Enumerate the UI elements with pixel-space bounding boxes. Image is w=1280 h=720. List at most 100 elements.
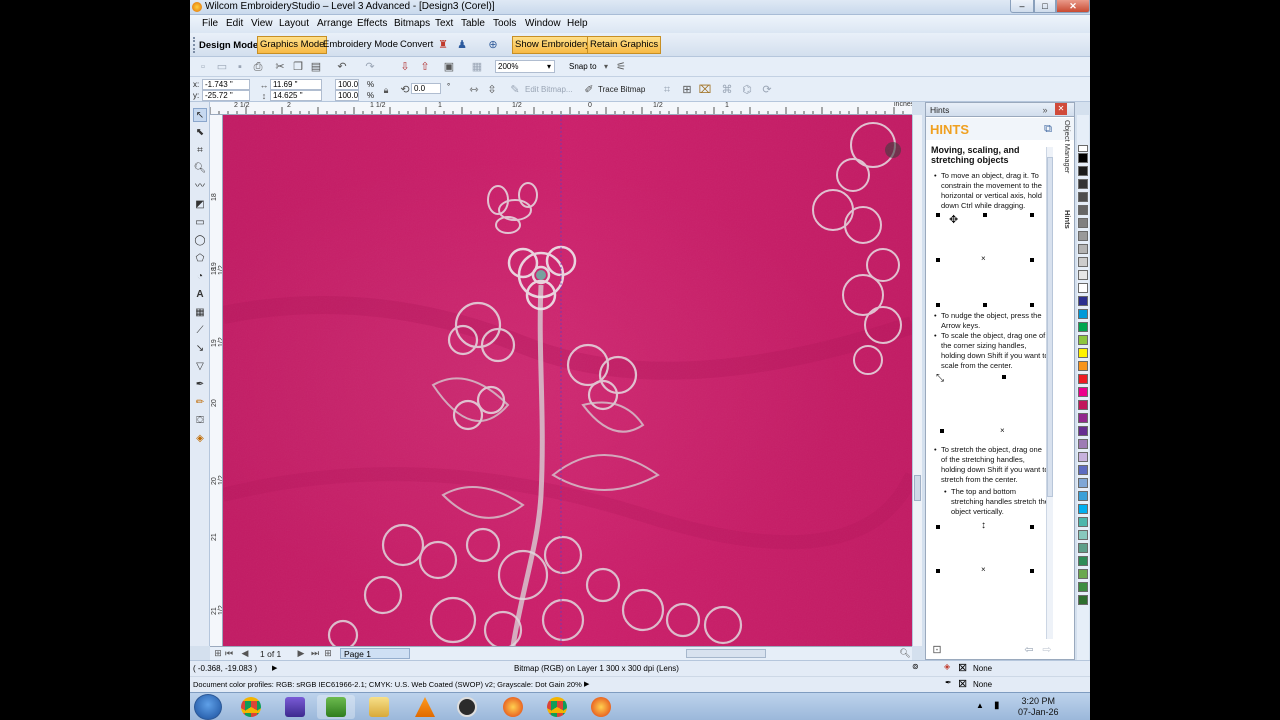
save-icon[interactable]: ▪ (233, 60, 247, 74)
freehand-tool-icon[interactable]: 〰 (193, 180, 207, 194)
scroll-thumb[interactable] (914, 475, 921, 501)
menu-tools[interactable]: Tools (493, 18, 516, 29)
palette-swatch[interactable] (1078, 491, 1088, 501)
resample-icon[interactable]: ⊞ (680, 83, 694, 97)
palette-swatch[interactable] (1078, 543, 1088, 553)
new-icon[interactable]: ▫ (196, 60, 210, 74)
menu-help[interactable]: Help (567, 18, 588, 29)
x-position-field[interactable]: -1.743 " (202, 79, 250, 90)
snap-icon[interactable]: ⊚ (912, 662, 919, 671)
convert-button[interactable]: Convert (397, 36, 436, 54)
expand-arrow-icon[interactable]: ▶ (272, 664, 277, 672)
palette-swatch[interactable] (1078, 426, 1088, 436)
fill-tool-icon[interactable]: ⛋ (193, 414, 207, 428)
next-page-icon[interactable]: ▶ (294, 646, 308, 660)
smart-fill-icon[interactable]: ◩ (193, 198, 207, 212)
crop-bitmap-icon[interactable]: ⌗ (660, 83, 674, 97)
sewing-icon[interactable]: ♟ (455, 38, 469, 52)
crop-tool-icon[interactable]: ⌗ (193, 144, 207, 158)
pick-tool-icon[interactable]: ↖ (193, 108, 207, 122)
taskbar-wilcom[interactable] (317, 695, 355, 719)
palette-swatch[interactable] (1078, 439, 1088, 449)
drawing-canvas[interactable] (223, 115, 912, 646)
clock[interactable]: 3:20 PM 07-Jan-26 (1018, 696, 1059, 718)
minimize-button[interactable]: – (1010, 0, 1034, 13)
forward-icon[interactable]: ⇨ (1040, 643, 1054, 657)
palette-swatch[interactable] (1078, 413, 1088, 423)
taskbar-corel[interactable] (276, 695, 314, 719)
redo-icon[interactable]: ↷ (363, 60, 377, 74)
palette-swatch[interactable] (1078, 504, 1088, 514)
menu-file[interactable]: File (202, 18, 218, 29)
palette-swatch[interactable] (1078, 478, 1088, 488)
palette-swatch[interactable] (1078, 335, 1088, 345)
rotation-field[interactable]: 0.0 (411, 83, 441, 94)
palette-swatch[interactable] (1078, 348, 1088, 358)
hints-scrollbar[interactable] (1046, 147, 1053, 639)
last-page-icon[interactable]: ⏭ (308, 646, 322, 660)
menu-bitmaps[interactable]: Bitmaps (394, 18, 430, 29)
color-profiles[interactable]: Document color profiles: RGB: sRGB IEC61… (193, 680, 582, 689)
close-docker-icon[interactable]: ✕ (1055, 103, 1067, 115)
blend-tool-icon[interactable]: ▽ (193, 360, 207, 374)
trace-bitmap-icon[interactable]: ✐ (582, 83, 596, 97)
interactive-fill-icon[interactable]: ◈ (193, 432, 207, 446)
zoom-navigator-icon[interactable]: 🔍︎ (898, 646, 912, 660)
menu-text[interactable]: Text (435, 18, 453, 29)
taskbar-explorer[interactable] (360, 695, 398, 719)
menu-layout[interactable]: Layout (279, 18, 309, 29)
tray-expand-icon[interactable]: ▲ (976, 701, 984, 710)
palette-swatch[interactable] (1078, 361, 1088, 371)
taskbar-obs[interactable] (448, 695, 486, 719)
menu-effects[interactable]: Effects (357, 18, 387, 29)
rectangle-tool-icon[interactable]: ▭ (193, 216, 207, 230)
palette-swatch[interactable] (1078, 166, 1088, 176)
first-page-icon[interactable]: ⏮ (222, 646, 236, 660)
show-embroidery-button[interactable]: Show Embroidery (512, 36, 593, 54)
dimension-tool-icon[interactable]: ⟋ (193, 324, 207, 338)
welcome-screen-icon[interactable]: ▦ (470, 60, 484, 74)
palette-swatch[interactable] (1078, 374, 1088, 384)
palette-swatch[interactable] (1078, 465, 1088, 475)
collapse-docker-icon[interactable]: » (1038, 103, 1052, 117)
outline-tool-icon[interactable]: ✏ (193, 396, 207, 410)
tab-object-manager[interactable]: Object Manager (1063, 120, 1072, 173)
palette-swatch[interactable] (1078, 582, 1088, 592)
menu-edit[interactable]: Edit (226, 18, 243, 29)
application-launcher-icon[interactable]: ▣ (442, 60, 456, 74)
open-icon[interactable]: ▭ (215, 60, 229, 74)
y-position-field[interactable]: -25.72 " (202, 90, 250, 101)
expand-arrow-icon[interactable]: ▶ (584, 680, 589, 688)
start-button[interactable] (194, 694, 222, 720)
no-fill-icon[interactable]: ⊠ (958, 661, 967, 674)
link-bitmap-icon[interactable]: ⌘ (720, 83, 734, 97)
menu-view[interactable]: View (251, 18, 273, 29)
taskbar-chrome-2[interactable] (538, 695, 576, 719)
palette-swatch[interactable] (1078, 205, 1088, 215)
import-icon[interactable]: ⇩ (398, 60, 412, 74)
globe-icon[interactable]: ⊕ (486, 38, 500, 52)
retain-graphics-button[interactable]: Retain Graphics (587, 36, 662, 54)
close-button[interactable]: ✕ (1056, 0, 1090, 13)
toolbar-grip[interactable] (193, 37, 196, 53)
lock-ratio-icon[interactable]: 🔒︎ (379, 83, 393, 97)
palette-swatch[interactable] (1078, 283, 1088, 293)
edit-bitmap-button[interactable]: Edit Bitmap... (525, 85, 573, 94)
scale-y-field[interactable]: 100.0 (335, 90, 359, 101)
palette-swatch[interactable] (1078, 270, 1088, 280)
update-link-icon[interactable]: ⟳ (760, 83, 774, 97)
menu-window[interactable]: Window (525, 18, 561, 29)
edit-bitmap-icon[interactable]: ✎ (508, 83, 522, 97)
no-color-swatch[interactable] (1078, 145, 1088, 152)
scroll-thumb[interactable] (1047, 157, 1053, 497)
bitmap-color-mask-icon[interactable]: ⌧ (698, 83, 712, 97)
taskbar-chrome[interactable] (232, 695, 270, 719)
chevron-down-icon[interactable]: ▾ (599, 60, 613, 74)
palette-swatch[interactable] (1078, 517, 1088, 527)
palette-swatch[interactable] (1078, 179, 1088, 189)
menu-arrange[interactable]: Arrange (317, 18, 353, 29)
palette-swatch[interactable] (1078, 530, 1088, 540)
help-topics-icon[interactable]: ⧉ (1041, 122, 1055, 136)
palette-swatch[interactable] (1078, 231, 1088, 241)
taskbar-vlc[interactable] (406, 695, 444, 719)
